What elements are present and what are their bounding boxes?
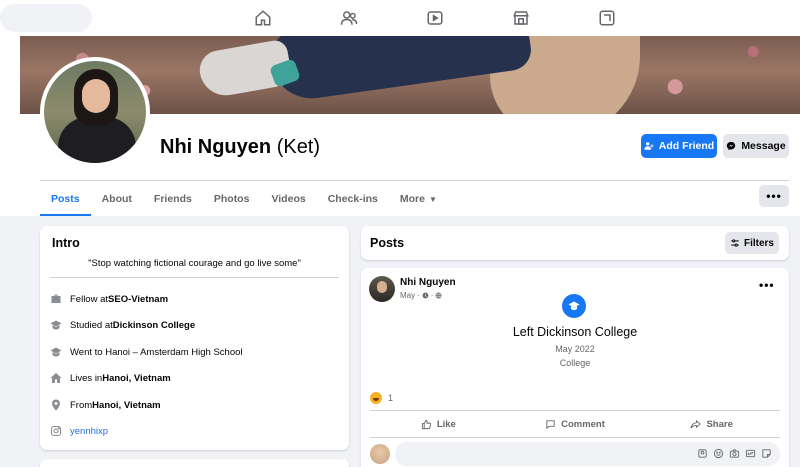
life-event-title: Left Dickinson College: [512, 325, 638, 339]
life-event-type: College: [559, 358, 591, 368]
post-author-name[interactable]: Nhi Nguyen: [400, 277, 456, 288]
intro-bio: "Stop watching fictional courage and go …: [88, 258, 301, 269]
next-card: [40, 459, 349, 467]
sticker-icon[interactable]: [761, 448, 772, 459]
add-friend-button[interactable]: Add Friend: [641, 134, 717, 158]
search-input[interactable]: [0, 4, 92, 32]
gaming-icon: [599, 10, 615, 26]
intro-divider: [50, 277, 339, 278]
tab-videos[interactable]: Videos: [260, 182, 316, 216]
clock-icon: [422, 292, 429, 299]
reaction-count: 1: [388, 393, 394, 403]
nav-marketplace[interactable]: [478, 0, 564, 36]
globe-icon: [435, 292, 442, 299]
nav-home[interactable]: [220, 0, 306, 36]
post-options-button[interactable]: •••: [759, 278, 775, 292]
add-friend-icon: [644, 142, 654, 150]
gif-icon[interactable]: [745, 448, 756, 459]
viewer-avatar: [370, 444, 390, 464]
tab-check-ins[interactable]: Check-ins: [317, 182, 389, 216]
more-options-button[interactable]: •••: [759, 185, 789, 207]
reactions-summary[interactable]: 1: [370, 392, 393, 404]
life-event-icon: [562, 294, 586, 318]
intro-item-instagram[interactable]: yennhixp: [50, 423, 108, 439]
profile-tabs: Posts About Friends Photos Videos Check-…: [40, 182, 448, 216]
comment-input[interactable]: [395, 442, 780, 466]
tab-more[interactable]: More ▼: [389, 182, 448, 216]
intro-item-lives-in: Lives in Hanoi, Vietnam: [50, 370, 171, 386]
post-author-avatar[interactable]: [369, 276, 395, 302]
post-date[interactable]: May: [400, 291, 415, 300]
graduation-icon: [568, 301, 580, 310]
intro-item-work: Fellow at SEO-Vietnam: [50, 291, 168, 307]
work-icon: [51, 294, 61, 303]
life-event-date: May 2022: [555, 344, 595, 354]
nav-friends[interactable]: [306, 0, 392, 36]
share-icon: [690, 419, 702, 428]
top-nav: [0, 0, 800, 36]
intro-item-from: From Hanoi, Vietnam: [50, 397, 161, 413]
watch-icon: [427, 11, 443, 25]
friends-icon: [340, 11, 358, 25]
post-meta: May · ·: [400, 291, 442, 300]
nav-watch[interactable]: [392, 0, 478, 36]
like-icon: [421, 419, 431, 429]
profile-name: Nhi Nguyen (Ket): [160, 136, 320, 159]
post-divider: [370, 410, 780, 411]
home-icon: [50, 373, 62, 383]
caret-down-icon: ▼: [428, 194, 437, 204]
nav-icon-bar: [220, 0, 650, 36]
home-icon: [255, 10, 271, 26]
tab-photos[interactable]: Photos: [203, 182, 261, 216]
profile-avatar[interactable]: [40, 57, 150, 167]
filters-button[interactable]: Filters: [725, 232, 779, 254]
header-divider: [40, 180, 789, 181]
messenger-icon: [727, 141, 736, 151]
profile-header: Nhi Nguyen (Ket) Add Friend Message Post…: [0, 36, 800, 216]
instagram-link[interactable]: yennhixp: [70, 426, 108, 437]
share-button[interactable]: Share: [643, 413, 780, 435]
camera-icon[interactable]: [729, 448, 740, 459]
intro-item-high-school: Went to Hanoi – Amsterdam High School: [50, 344, 243, 360]
education-icon: [50, 347, 62, 357]
profile-name-text: Nhi Nguyen: [160, 136, 272, 158]
intro-title: Intro: [52, 236, 80, 250]
intro-item-college: Studied at Dickinson College: [50, 317, 195, 333]
like-button[interactable]: Like: [370, 413, 507, 435]
emoji-icon[interactable]: [713, 448, 724, 459]
intro-card: Intro "Stop watching fictional courage a…: [40, 226, 349, 450]
marketplace-icon: [513, 11, 529, 25]
education-icon: [50, 320, 62, 330]
instagram-icon: [50, 425, 62, 437]
comment-button[interactable]: Comment: [507, 413, 644, 435]
avatar-sticker-icon[interactable]: [697, 448, 708, 459]
post-divider-bottom: [370, 437, 780, 438]
nav-gaming[interactable]: [564, 0, 650, 36]
haha-reaction-icon: [370, 392, 382, 404]
post-actions: Like Comment Share: [370, 413, 780, 435]
post-card: Nhi Nguyen May · · ••• Left Dickinson Co…: [361, 268, 789, 467]
posts-header: Posts Filters: [361, 226, 789, 260]
filters-icon: [731, 239, 739, 247]
tab-friends[interactable]: Friends: [143, 182, 203, 216]
posts-title: Posts: [370, 236, 405, 250]
comment-icon: [546, 419, 555, 429]
tab-posts[interactable]: Posts: [40, 182, 91, 216]
message-button[interactable]: Message: [723, 134, 789, 158]
location-icon: [52, 399, 60, 411]
comment-tools: [697, 448, 772, 459]
tab-about[interactable]: About: [91, 182, 143, 216]
profile-alt-name: (Ket): [276, 136, 321, 158]
